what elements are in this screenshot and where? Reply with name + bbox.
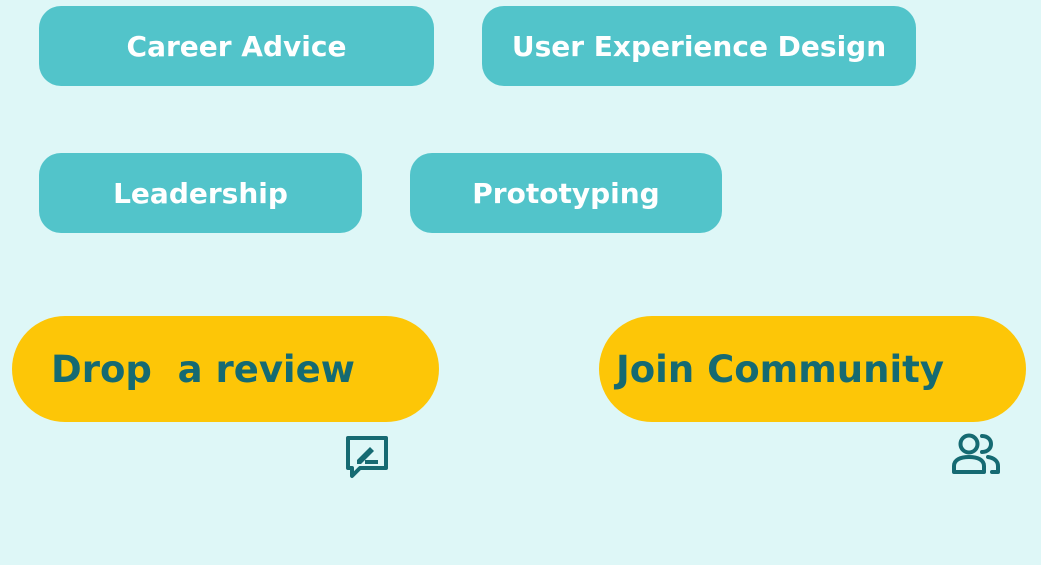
- join-community-button[interactable]: Join Community: [599, 316, 1026, 474]
- tag-user-experience-design[interactable]: User Experience Design: [482, 6, 916, 86]
- tag-leadership[interactable]: Leadership: [39, 153, 362, 233]
- edit-review-icon: [343, 345, 391, 478]
- people-group-icon: [950, 346, 1002, 474]
- tag-leadership-label: Leadership: [113, 176, 288, 210]
- drop-review-label: Drop a review: [51, 347, 355, 391]
- drop-review-button[interactable]: Drop a review: [12, 316, 439, 478]
- tag-user-experience-design-label: User Experience Design: [511, 29, 887, 63]
- tag-prototyping-label: Prototyping: [472, 176, 660, 210]
- tag-prototyping[interactable]: Prototyping: [410, 153, 722, 233]
- tag-career-advice-label: Career Advice: [126, 29, 347, 63]
- join-community-label: Join Community: [616, 347, 944, 391]
- tag-career-advice[interactable]: Career Advice: [39, 6, 434, 86]
